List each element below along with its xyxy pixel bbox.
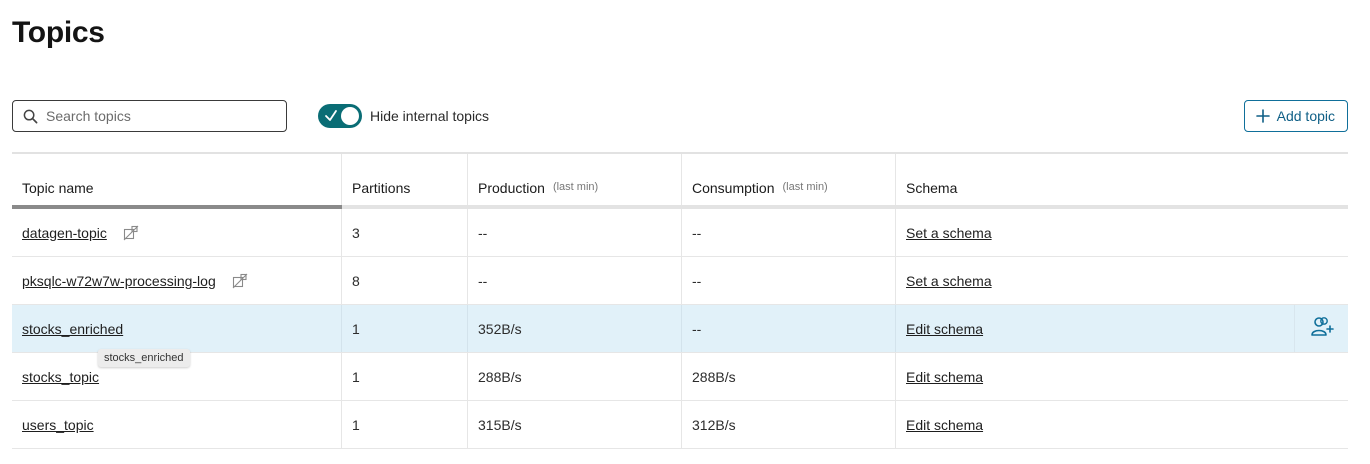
search-icon <box>23 109 38 123</box>
topic-name-tooltip: stocks_enriched <box>98 349 190 367</box>
row-action-cell <box>1294 305 1348 352</box>
table-row[interactable]: pksqlc-w72w7w-processing-log 8 -- -- Set… <box>12 257 1348 305</box>
schema-cell: Set a schema <box>896 209 1294 256</box>
partitions-cell: 3 <box>342 209 468 256</box>
set-schema-link[interactable]: Set a schema <box>906 273 992 289</box>
topic-link[interactable]: datagen-topic <box>22 225 107 241</box>
schema-cell: Edit schema <box>896 353 1294 400</box>
partitions-cell: 1 <box>342 401 468 448</box>
add-topic-button[interactable]: Add topic <box>1243 100 1348 132</box>
consumption-cell: -- <box>682 305 896 352</box>
production-cell: 352B/s <box>468 305 682 352</box>
search-field[interactable] <box>12 100 287 132</box>
add-consumer-group-icon[interactable] <box>1309 315 1335 342</box>
partitions-cell: 1 <box>342 353 468 400</box>
production-cell: -- <box>468 209 682 256</box>
consumption-sub-label: (last min) <box>782 181 828 193</box>
edit-schema-link[interactable]: Edit schema <box>906 417 983 433</box>
edit-schema-link[interactable]: Edit schema <box>906 321 983 337</box>
consumption-cell: 312B/s <box>682 401 896 448</box>
consumption-cell: 288B/s <box>682 353 896 400</box>
production-cell: 288B/s <box>468 353 682 400</box>
edit-schema-link[interactable]: Edit schema <box>906 369 983 385</box>
header-topic-name[interactable]: Topic name <box>12 154 342 209</box>
hide-internal-toggle-group: Hide internal topics <box>318 104 489 128</box>
check-icon <box>325 110 337 121</box>
production-cell: -- <box>468 257 682 304</box>
topic-link[interactable]: pksqlc-w72w7w-processing-log <box>22 273 216 289</box>
table-header: Topic name Partitions Production (last m… <box>12 154 1348 209</box>
header-production[interactable]: Production (last min) <box>468 154 682 205</box>
topic-name-cell: stocks_enriched <box>12 305 342 352</box>
header-consumption[interactable]: Consumption (last min) <box>682 154 896 205</box>
topic-link[interactable]: users_topic <box>22 417 94 433</box>
topics-page: Topics Hide internal topics Add topic To… <box>0 0 1370 464</box>
no-schema-icon <box>232 273 248 289</box>
topics-table: Topic name Partitions Production (last m… <box>12 152 1348 449</box>
schema-cell: Edit schema <box>896 401 1294 448</box>
page-title: Topics <box>12 16 105 49</box>
header-schema: Schema <box>906 180 958 196</box>
toggle-label: Hide internal topics <box>370 108 490 124</box>
partitions-cell: 8 <box>342 257 468 304</box>
add-topic-label: Add topic <box>1276 108 1335 124</box>
table-row[interactable]: stocks_enriched 1 352B/s -- Edit schema <box>12 305 1348 353</box>
topic-link[interactable]: stocks_enriched <box>22 321 123 337</box>
set-schema-link[interactable]: Set a schema <box>906 225 992 241</box>
consumption-cell: -- <box>682 209 896 256</box>
toggle-knob <box>341 107 359 125</box>
header-partitions[interactable]: Partitions <box>342 154 468 205</box>
table-row[interactable]: datagen-topic 3 -- -- Set a schema <box>12 209 1348 257</box>
topic-name-cell: pksqlc-w72w7w-processing-log <box>12 257 342 304</box>
production-sub-label: (last min) <box>552 181 599 193</box>
table-row[interactable]: users_topic 1 315B/s 312B/s Edit schema <box>12 401 1348 449</box>
schema-cell: Set a schema <box>896 257 1294 304</box>
no-schema-icon <box>123 225 139 241</box>
plus-icon <box>1255 109 1270 123</box>
search-input[interactable] <box>46 108 266 124</box>
topic-link[interactable]: stocks_topic <box>22 369 99 385</box>
table-row[interactable]: stocks_topic 1 288B/s 288B/s Edit schema <box>12 353 1348 401</box>
schema-cell: Edit schema <box>896 305 1294 352</box>
partitions-cell: 1 <box>342 305 468 352</box>
hide-internal-toggle[interactable] <box>318 104 362 128</box>
consumption-cell: -- <box>682 257 896 304</box>
topic-name-cell: datagen-topic <box>12 209 342 256</box>
production-cell: 315B/s <box>468 401 682 448</box>
topic-name-cell: users_topic <box>12 401 342 448</box>
